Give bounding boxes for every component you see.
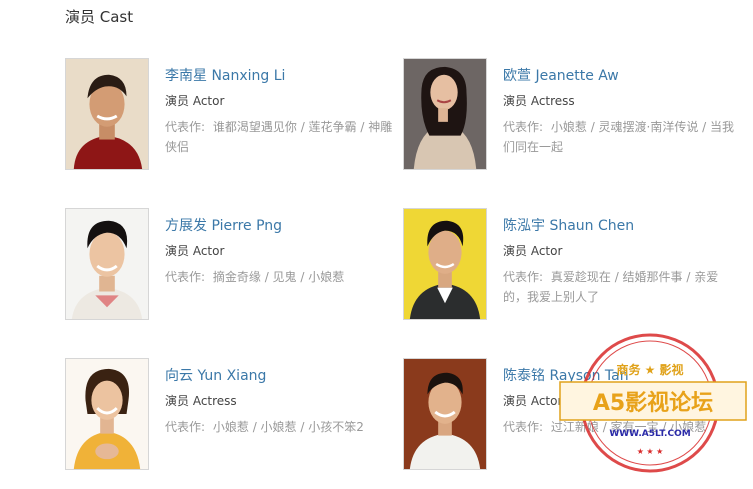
actor-name-link[interactable]: 李南星 Nanxing Li bbox=[165, 66, 401, 86]
actor-photo[interactable] bbox=[403, 58, 487, 170]
section-title: 演员 Cast bbox=[65, 8, 134, 26]
cast-card: 向云 Yun Xiang 演员 Actress 代表作: 小娘惹 / 小娘惹 /… bbox=[65, 358, 405, 478]
actor-role: 演员 Actor bbox=[503, 244, 563, 258]
works-label: 代表作: bbox=[503, 270, 544, 284]
actor-name-link[interactable]: 欧萱 Jeanette Aw bbox=[503, 66, 739, 86]
actor-photo[interactable] bbox=[65, 58, 149, 170]
actor-name-link[interactable]: 向云 Yun Xiang bbox=[165, 366, 401, 386]
cast-card: 陈泓宇 Shaun Chen 演员 Actor 代表作: 真爱趁现在 / 结婚那… bbox=[403, 208, 743, 328]
representative-works: 代表作: 小娘惹 / 灵魂摆渡·南洋传说 / 当我们同在一起 bbox=[503, 117, 739, 157]
works-label: 代表作: bbox=[165, 120, 206, 134]
actor-role: 演员 Actor bbox=[165, 244, 225, 258]
works-label: 代表作: bbox=[165, 270, 206, 284]
actor-name-link[interactable]: 陈泰铭 Rayson Tan bbox=[503, 366, 739, 386]
cast-card: 李南星 Nanxing Li 演员 Actor 代表作: 谁都渴望遇见你 / 莲… bbox=[65, 58, 405, 178]
representative-works: 代表作: 谁都渴望遇见你 / 莲花争霸 / 神雕侠侣 bbox=[165, 117, 401, 157]
works-list: 小娘惹 / 小娘惹 / 小孩不笨2 bbox=[212, 420, 364, 434]
actor-role: 演员 Actress bbox=[165, 394, 237, 408]
cast-card: 陈泰铭 Rayson Tan 演员 Actor 代表作: 过江新娘 / 家有一宝… bbox=[403, 358, 743, 478]
actor-photo[interactable] bbox=[65, 358, 149, 470]
actor-role: 演员 Actor bbox=[165, 94, 225, 108]
actor-role: 演员 Actress bbox=[503, 94, 575, 108]
works-label: 代表作: bbox=[165, 420, 206, 434]
actor-photo[interactable] bbox=[403, 358, 487, 470]
actor-photo[interactable] bbox=[403, 208, 487, 320]
works-list: 摘金奇缘 / 见鬼 / 小娘惹 bbox=[212, 270, 345, 284]
works-label: 代表作: bbox=[503, 120, 544, 134]
representative-works: 代表作: 小娘惹 / 小娘惹 / 小孩不笨2 bbox=[165, 417, 401, 437]
works-list: 过江新娘 / 家有一宝 / 小娘惹 bbox=[550, 420, 707, 434]
cast-card: 方展发 Pierre Png 演员 Actor 代表作: 摘金奇缘 / 见鬼 /… bbox=[65, 208, 405, 328]
actor-role: 演员 Actor bbox=[503, 394, 563, 408]
actor-name-link[interactable]: 方展发 Pierre Png bbox=[165, 216, 401, 236]
actor-photo[interactable] bbox=[65, 208, 149, 320]
representative-works: 代表作: 过江新娘 / 家有一宝 / 小娘惹 bbox=[503, 417, 739, 437]
representative-works: 代表作: 摘金奇缘 / 见鬼 / 小娘惹 bbox=[165, 267, 401, 287]
works-label: 代表作: bbox=[503, 420, 544, 434]
cast-card: 欧萱 Jeanette Aw 演员 Actress 代表作: 小娘惹 / 灵魂摆… bbox=[403, 58, 743, 178]
representative-works: 代表作: 真爱趁现在 / 结婚那件事 / 亲爱的，我爱上别人了 bbox=[503, 267, 739, 307]
actor-name-link[interactable]: 陈泓宇 Shaun Chen bbox=[503, 216, 739, 236]
